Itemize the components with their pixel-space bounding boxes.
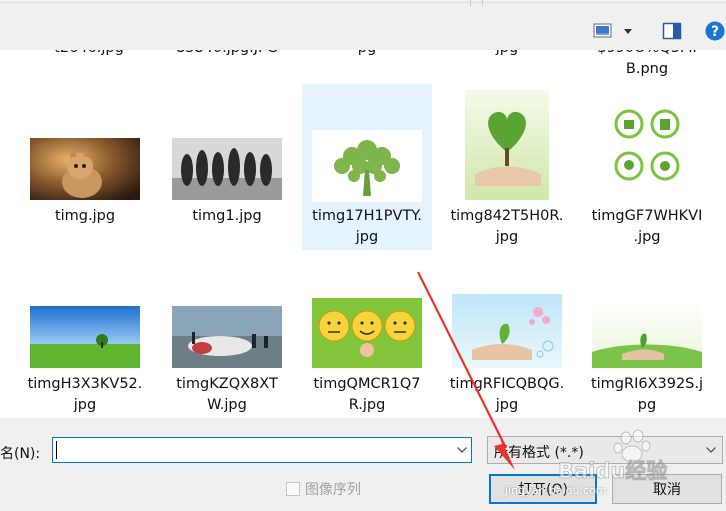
file-thumbnail [592, 298, 702, 368]
file-thumbnail [30, 306, 140, 368]
file-tile-selected[interactable]: timg17H1PVTY. jpg [302, 84, 432, 250]
filename-input[interactable] [52, 437, 472, 463]
file-tile[interactable]: 83840.jpg.JPG [162, 50, 292, 80]
file-tile[interactable]: timgRI6X392S.j pg [582, 256, 712, 418]
view-thumbnails-icon [593, 23, 632, 38]
chevron-down-icon [456, 447, 467, 453]
file-name: R.jpg [348, 397, 386, 413]
file-thumbnail [312, 298, 422, 368]
search-box-edge [482, 0, 483, 6]
file-thumbnail [172, 306, 282, 368]
file-thumbnail [605, 90, 689, 200]
file-list-view[interactable]: t2646.jpg 83840.jpg.JPG pg jpg $990O%Q3M… [0, 50, 726, 418]
file-name: timgGF7WHKVI [591, 208, 703, 224]
help-icon: ? [705, 21, 725, 41]
file-name: pg [302, 50, 432, 59]
file-name: jpg [73, 397, 97, 413]
help-button[interactable]: ? [704, 19, 726, 43]
image-sequence-checkbox[interactable] [286, 482, 300, 496]
file-tile[interactable]: timg842T5H0R. jpg [442, 86, 572, 248]
file-name: timgRFICQBQG. [449, 376, 565, 392]
file-name: B.png [625, 61, 669, 77]
file-tile[interactable]: jpg [442, 50, 572, 80]
file-name: $990O%Q3MI [582, 50, 712, 59]
toolbar-top-border [0, 2, 726, 3]
change-view-button[interactable] [592, 19, 640, 43]
file-thumbnail [312, 130, 422, 202]
file-name: jpg [355, 229, 379, 245]
watermark-text: Baidu经验 [558, 459, 667, 483]
filename-label: 名(N): [0, 446, 41, 462]
file-name: jpg [495, 229, 519, 245]
file-name: timg842T5H0R. [450, 208, 564, 224]
file-name: timgH3X3KV52. [27, 376, 143, 392]
file-name: W.jpg [207, 397, 247, 413]
file-tile[interactable]: timg.jpg [20, 86, 150, 248]
file-name: pg [637, 397, 657, 413]
watermark-url: jingyan.baidu.com [505, 484, 607, 497]
file-tile[interactable]: $990O%Q3MI B.png [582, 50, 712, 88]
image-sequence-label: 图像序列 [305, 482, 361, 498]
preview-pane-icon [662, 22, 682, 40]
help-label: ? [711, 24, 719, 40]
file-name: timgKZQX8XT [176, 376, 278, 392]
toolbar: ? [0, 0, 726, 50]
file-tile[interactable]: pg [302, 50, 432, 80]
file-name: .jpg [633, 229, 661, 245]
file-name: timg17H1PVTY. [312, 208, 422, 224]
text-caret [56, 441, 57, 459]
file-name: 83840.jpg.JPG [162, 50, 292, 59]
file-tile[interactable]: timgGF7WHKVI .jpg [582, 86, 712, 248]
file-thumbnail [452, 294, 562, 368]
file-name: t2646.jpg [24, 50, 154, 59]
file-name: timgRI6X392S.j [590, 376, 704, 392]
file-name: timg.jpg [54, 208, 116, 224]
preview-pane-button[interactable] [660, 19, 684, 43]
file-name: jpg [495, 397, 519, 413]
file-thumbnail [172, 138, 282, 200]
filename-history-dropdown[interactable] [452, 438, 471, 462]
file-thumbnail [30, 138, 140, 200]
file-thumbnail [465, 90, 549, 200]
file-tile[interactable]: timg1.jpg [162, 86, 292, 248]
file-name: timg1.jpg [192, 208, 262, 224]
file-name: jpg [442, 50, 572, 59]
file-tile[interactable]: timgRFICQBQG. jpg [442, 256, 572, 418]
file-tile[interactable]: timgKZQX8XT W.jpg [162, 256, 292, 418]
file-tile[interactable]: timgQMCR1Q7 R.jpg [302, 256, 432, 418]
address-bar-edge [470, 0, 471, 6]
file-name: timgQMCR1Q7 [313, 376, 421, 392]
file-tile[interactable]: t2646.jpg [24, 50, 154, 80]
file-tile[interactable]: timgH3X3KV52. jpg [20, 256, 150, 418]
